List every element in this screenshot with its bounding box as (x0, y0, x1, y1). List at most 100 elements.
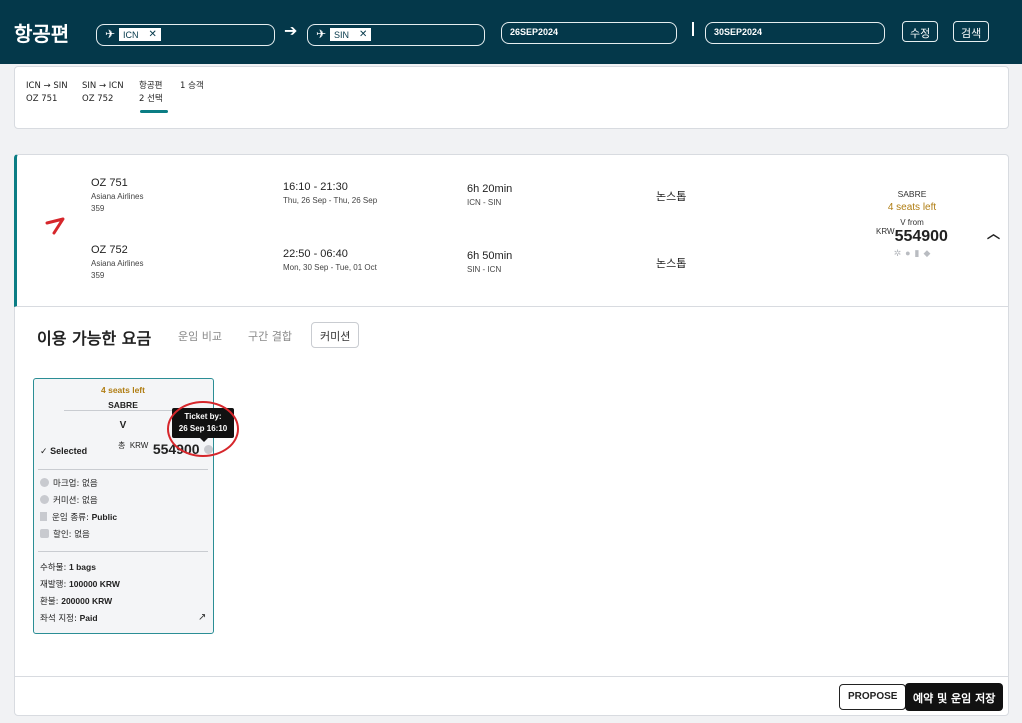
trip-tabs: ICN → SIN OZ 751 SIN → ICN OZ 752 항공편 2 … (14, 66, 1009, 129)
outbound-duration-block: 6h 20min ICN - SIN (467, 183, 512, 209)
tab-segment-combine[interactable]: 구간 결합 (248, 328, 292, 344)
bookmark-icon: ▮ (914, 248, 920, 258)
outbound-flight-number: OZ 751 (91, 177, 128, 189)
plane-icon: ✈ (316, 27, 327, 41)
seat-selection-row: 좌석 지정: Paid (40, 612, 98, 624)
circle-icon: ● (905, 248, 911, 258)
selected-indicator[interactable]: ✓ Selected (40, 446, 87, 457)
chevron-up-icon[interactable]: ︿ (987, 223, 1000, 242)
search-button[interactable]: 검색 (953, 21, 990, 42)
divider (64, 410, 182, 411)
circle-icon (40, 495, 49, 504)
fare-type-value: Public (91, 512, 118, 522)
outbound-stops: 논스톱 (656, 190, 687, 203)
outbound-time: 16:10 - 21:30 (283, 181, 348, 193)
origin-input[interactable]: ✈ ICN ✕ (96, 24, 275, 46)
baggage-label: 수하물: (40, 563, 67, 573)
bookmark-icon (40, 512, 47, 521)
return-date-input[interactable]: 30SEP2024 (705, 22, 885, 44)
top-bar: 항공편 ✈ ICN ✕ ➔ ✈ SIN ✕ 26SEP2024 30SEP202… (0, 0, 1022, 64)
tab-inbound[interactable]: SIN → ICN OZ 752 (82, 80, 124, 106)
markup-label: 마크업: (53, 479, 80, 489)
remove-destination-icon[interactable]: ✕ (359, 29, 367, 41)
tab-inbound-route: SIN → ICN (82, 81, 124, 91)
price-value: 554900 (894, 228, 948, 245)
fare-icons: ✲ ● ▮ ◆ (867, 248, 957, 259)
provider-label: SABRE (897, 189, 927, 199)
reissue-row: 재발행: 100000 KRW (40, 578, 120, 590)
tab-inbound-flight: OZ 752 (82, 94, 114, 104)
origin-tag[interactable]: ICN ✕ (119, 28, 161, 41)
origin-tag-label: ICN (123, 30, 139, 40)
annotation-mark (45, 217, 65, 235)
check-icon: ✓ (40, 446, 48, 456)
inbound-time: 22:50 - 06:40 (283, 248, 348, 260)
gear-icon (40, 478, 49, 487)
page-title: 항공편 (14, 22, 70, 46)
outbound-date: Thu, 26 Sep - Thu, 26 Sep (283, 196, 378, 205)
reissue-label: 재발행: (40, 580, 67, 590)
footer-bar: PROPOSE 예약 및 운임 저장 (14, 676, 1009, 716)
outbound-route: ICN - SIN (467, 198, 502, 207)
outbound-airline: Asiana Airlines (91, 192, 144, 201)
fare-type-label: 운임 종류: (52, 513, 89, 523)
seat-selection-value: Paid (79, 613, 98, 623)
inbound-airline: Asiana Airlines (91, 259, 144, 268)
discount-row: 할인: 없음 (40, 528, 90, 540)
fare-type-row: 운임 종류: Public (40, 511, 117, 523)
outbound-duration: 6h 20min (467, 183, 513, 195)
tag-icon (40, 529, 49, 538)
markup-row: 마크업: 없음 (40, 477, 98, 489)
date-separator (692, 22, 694, 36)
total-prefix: 총 (118, 441, 126, 450)
fares-title: 이용 가능한 요금 (37, 329, 152, 348)
inbound-aircraft: 359 (91, 271, 105, 280)
tab-commission[interactable]: 커미션 (311, 322, 360, 348)
inbound-duration: 6h 50min (467, 250, 513, 262)
tab-fare-compare[interactable]: 운임 비교 (178, 328, 222, 344)
tag-icon: ◆ (923, 248, 931, 258)
price-currency: KRW (876, 227, 895, 236)
inbound-flight-info: OZ 752 Asiana Airlines 359 (91, 244, 143, 282)
depart-date-input[interactable]: 26SEP2024 (501, 22, 677, 44)
divider (38, 551, 208, 552)
discount-value: 없음 (74, 530, 90, 540)
tab-outbound-route: ICN → SIN (26, 81, 68, 91)
tab-outbound[interactable]: ICN → SIN OZ 751 (26, 80, 68, 106)
baggage-row: 수하물: 1 bags (40, 561, 96, 573)
refund-label: 환불: (40, 597, 59, 607)
outbound-times: 16:10 - 21:30 Thu, 26 Sep - Thu, 26 Sep (283, 181, 377, 207)
destination-input[interactable]: ✈ SIN ✕ (307, 24, 485, 46)
tab-flights[interactable]: 항공편 2 선택 (139, 80, 163, 106)
tab-flights-count: 2 선택 (139, 94, 163, 104)
commission-row: 커미션: 없음 (40, 494, 98, 506)
tab-flights-label: 항공편 (139, 81, 163, 91)
outbound-aircraft: 359 (91, 204, 105, 213)
destination-tag[interactable]: SIN ✕ (330, 28, 372, 41)
tab-outbound-flight: OZ 751 (26, 94, 58, 104)
inbound-times: 22:50 - 06:40 Mon, 30 Sep - Tue, 01 Oct (283, 248, 377, 274)
markup-value: 없음 (82, 479, 98, 489)
available-fares-section: 이용 가능한 요금 운임 비교 구간 결합 커미션 4 seats left S… (14, 307, 1009, 676)
outbound-flight-info: OZ 751 Asiana Airlines 359 (91, 177, 143, 215)
propose-button[interactable]: PROPOSE (839, 684, 907, 710)
flight-result-card[interactable]: OZ 751 Asiana Airlines 359 16:10 - 21:30… (14, 154, 1009, 307)
fare-currency: KRW (129, 441, 149, 450)
depart-date-value: 26SEP2024 (510, 27, 559, 37)
save-booking-button[interactable]: 예약 및 운임 저장 (905, 683, 1004, 711)
fare-class-from: V from (900, 218, 924, 227)
remove-origin-icon[interactable]: ✕ (149, 29, 157, 41)
gear-icon: ✲ (893, 248, 902, 258)
active-tab-indicator (140, 110, 168, 113)
selected-label: Selected (50, 446, 88, 456)
tab-passengers[interactable]: 1 승객 (180, 80, 204, 93)
fare-seats-left: 4 seats left (101, 385, 145, 395)
edit-button[interactable]: 수정 (902, 21, 939, 42)
commission-value: 없음 (82, 496, 98, 506)
inbound-route: SIN - ICN (467, 265, 502, 274)
commission-label: 커미션: (53, 496, 80, 506)
external-link-icon[interactable]: ↗ (198, 612, 206, 623)
annotation-circle (167, 401, 239, 457)
inbound-flight-number: OZ 752 (91, 244, 128, 256)
inbound-date: Mon, 30 Sep - Tue, 01 Oct (283, 263, 377, 272)
